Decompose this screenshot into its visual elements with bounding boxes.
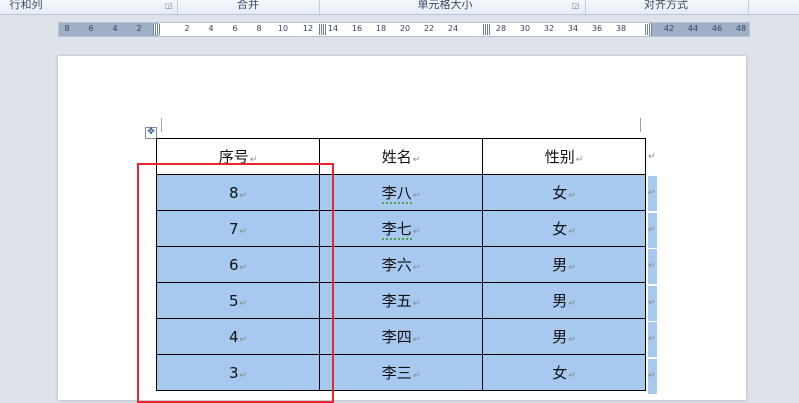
table-cell[interactable]: 李八↵ <box>319 174 483 211</box>
table-cell[interactable]: 李四↵ <box>319 318 483 355</box>
row-end-mark-icon: ↵ <box>648 152 656 162</box>
row-end-mark-icon: ↵ <box>648 359 657 394</box>
header-label: 性别 <box>544 148 575 166</box>
dialog-launcher-icon[interactable]: ◲ <box>165 1 173 10</box>
header-cell[interactable]: 姓名↵ <box>319 138 483 175</box>
table-cell[interactable]: 女↵ <box>482 210 646 247</box>
cell-text: 女 <box>552 220 568 238</box>
cell-end-mark-icon: ↵ <box>568 227 576 237</box>
ribbon-group-rows-columns[interactable]: 行和列 <box>0 0 56 14</box>
ruler-tick: 24 <box>447 24 459 33</box>
ruler-tick: 32 <box>543 24 555 33</box>
ruler-margin-left <box>59 23 159 36</box>
ribbon-group-alignment[interactable]: 对齐方式 <box>586 0 746 14</box>
ruler-tick: 42 <box>663 24 675 33</box>
table-cell[interactable]: 女↵ <box>482 354 646 391</box>
cell-text: 女 <box>552 184 568 202</box>
cell-end-mark-icon: ↵ <box>412 155 421 165</box>
ruler-tick: 14 <box>327 24 339 33</box>
ruler-tick: 36 <box>591 24 603 33</box>
row-end-mark-icon: ↵ <box>648 286 657 321</box>
ruler-column-marker[interactable] <box>153 24 160 35</box>
cell-end-mark-icon: ↵ <box>568 263 576 273</box>
cell-end-mark-icon: ↵ <box>412 263 421 273</box>
ruler-tick: 18 <box>375 24 387 33</box>
cell-text: 女 <box>552 364 568 382</box>
cell-end-mark-icon: ↵ <box>412 191 421 201</box>
ruler-tick: 4 <box>208 24 214 33</box>
cell-end-mark-icon: ↵ <box>412 227 421 237</box>
cell-end-mark-icon: ↵ <box>412 335 421 345</box>
row-end-mark-icon: ↵ <box>648 213 657 248</box>
cell-text: 李四 <box>381 328 412 346</box>
cell-text: 男 <box>552 292 568 310</box>
group-separator <box>748 0 749 14</box>
cell-end-mark-icon: ↵ <box>568 371 576 381</box>
ruler-tick: 16 <box>351 24 363 33</box>
row-end-mark-icon: ↵ <box>648 322 657 357</box>
table-cell[interactable]: 李三↵ <box>319 354 483 391</box>
cell-text: 李八 <box>381 184 412 204</box>
cell-text: 李六 <box>381 256 412 274</box>
table-cell[interactable]: 李五↵ <box>319 282 483 319</box>
cell-end-mark-icon: ↵ <box>412 371 421 381</box>
table-cell[interactable]: 男↵ <box>482 246 646 283</box>
cell-text: 李三 <box>381 364 412 382</box>
ruler-tick: 6 <box>88 24 94 33</box>
table-cell[interactable]: 李六↵ <box>319 246 483 283</box>
ruler-tick: 4 <box>112 24 118 33</box>
cell-end-mark-icon: ↵ <box>575 155 584 165</box>
row-end-mark-icon: ↵ <box>648 249 657 284</box>
ribbon-bar: 行和列 ◲ 合并 单元格大小 ◲ 对齐方式 <box>0 0 799 15</box>
cell-end-mark-icon: ↵ <box>568 191 576 201</box>
cell-text: 男 <box>552 256 568 274</box>
highlight-annotation-box <box>137 163 334 403</box>
ruler-tick: 2 <box>184 24 190 33</box>
ruler-tick: 46 <box>711 24 723 33</box>
cell-end-mark-icon: ↵ <box>568 299 576 309</box>
ruler-tick: 48 <box>735 24 747 33</box>
ruler-tick: 6 <box>232 24 238 33</box>
ruler-tick: 8 <box>256 24 262 33</box>
ruler-tick: 2 <box>136 24 142 33</box>
table-cell[interactable]: 男↵ <box>482 318 646 355</box>
ruler-tick: 38 <box>615 24 627 33</box>
cell-end-mark-icon: ↵ <box>412 299 421 309</box>
cell-end-mark-icon: ↵ <box>568 335 576 345</box>
cell-text: 男 <box>552 328 568 346</box>
header-cell[interactable]: 性别↵ <box>482 138 646 175</box>
table-cell[interactable]: 男↵ <box>482 282 646 319</box>
ruler-column-marker[interactable] <box>645 24 652 35</box>
crop-mark-top-right <box>640 118 641 132</box>
cell-text: 李五 <box>381 292 412 310</box>
horizontal-ruler[interactable]: 8 6 4 2 2 4 6 8 10 12 14 16 18 20 22 24 … <box>58 22 750 37</box>
header-label: 姓名 <box>381 148 412 166</box>
ruler-tick: 10 <box>277 24 289 33</box>
ruler-tick: 8 <box>64 24 70 33</box>
ruler-tick: 22 <box>423 24 435 33</box>
ribbon-group-cell-size[interactable]: 单元格大小 <box>320 0 570 14</box>
ruler-tick: 28 <box>495 24 507 33</box>
table-cell[interactable]: 女↵ <box>482 174 646 211</box>
row-end-mark-icon: ↵ <box>648 176 657 211</box>
ruler-tick: 12 <box>302 24 314 33</box>
ruler-column-marker[interactable] <box>319 24 326 35</box>
ruler-tick: 30 <box>519 24 531 33</box>
dialog-launcher-icon[interactable]: ◲ <box>572 1 580 10</box>
cell-text: 李七 <box>381 220 412 240</box>
ribbon-group-merge[interactable]: 合并 <box>178 0 318 14</box>
ruler-tick: 34 <box>567 24 579 33</box>
table-cell[interactable]: 李七↵ <box>319 210 483 247</box>
ruler-tick: 20 <box>399 24 411 33</box>
ruler-column-marker[interactable] <box>483 24 490 35</box>
ruler-tick: 44 <box>687 24 699 33</box>
